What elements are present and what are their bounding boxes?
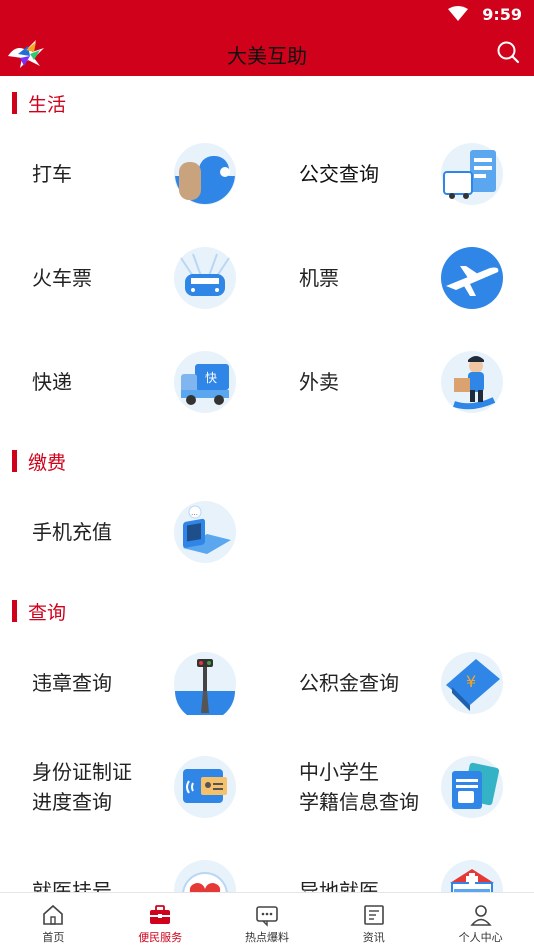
service-student-record[interactable]: 中小学生学籍信息查询 [267, 737, 534, 837]
phone-recharge-icon: … [174, 501, 236, 563]
section-accent-bar [12, 450, 17, 472]
service-housing-fund[interactable]: 公积金查询 ¥ [267, 633, 534, 733]
service-traffic-violation[interactable]: 违章查询 [0, 633, 267, 733]
service-label: 身份证制证 进度查询 [32, 757, 132, 817]
service-label: 打车 [32, 162, 72, 186]
service-taxi[interactable]: 打车 [0, 124, 267, 224]
service-id-card-progress[interactable]: 身份证制证 进度查询 [0, 737, 267, 837]
service-express[interactable]: 快递 快 [0, 332, 267, 432]
wifi-icon [448, 6, 468, 21]
tab-label: 便民服务 [138, 931, 183, 944]
traffic-light-icon [174, 652, 236, 715]
section-title: 生活 [28, 94, 67, 116]
svg-text:…: … [191, 509, 198, 517]
service-label: 公积金查询 [299, 671, 399, 695]
section-title: 缴费 [28, 452, 67, 474]
section-accent-bar [12, 600, 17, 622]
bus-icon [441, 143, 503, 205]
service-label: 中小学生学籍信息查询 [299, 757, 419, 817]
tab-label: 个人中心 [458, 931, 503, 944]
service-label: 外卖 [299, 370, 339, 394]
section-accent-bar [12, 92, 17, 114]
food-delivery-icon [441, 351, 503, 413]
service-flight-ticket[interactable]: 机票 [267, 228, 534, 328]
service-label: 火车票 [32, 266, 92, 290]
service-label: 快递 [32, 370, 72, 394]
svg-text:快: 快 [205, 371, 217, 385]
service-label: 手机充值 [32, 520, 112, 544]
search-icon[interactable] [496, 40, 520, 64]
bottom-tab-bar: 首页 便民服务 热点爆料 资讯 个人中心 [0, 892, 534, 949]
svg-text:¥: ¥ [466, 672, 476, 691]
train-icon [174, 247, 236, 309]
tab-label: 首页 [42, 931, 65, 944]
service-train-ticket[interactable]: 火车票 [0, 228, 267, 328]
service-label: 公交查询 [299, 162, 379, 186]
service-label: 违章查询 [32, 671, 112, 695]
tab-hot-news[interactable]: 热点爆料 [214, 893, 321, 950]
service-remote-medical[interactable]: 异地就医 [267, 841, 534, 892]
chat-icon [256, 906, 278, 927]
section-title: 查询 [28, 602, 67, 624]
service-hospital-registration[interactable]: 就医挂号 [0, 841, 267, 892]
service-label-line2: 进度查询 [32, 790, 112, 814]
housing-fund-icon: ¥ [441, 652, 503, 714]
tab-news[interactable]: 资讯 [320, 893, 427, 950]
hospital-icon [441, 860, 503, 892]
service-list[interactable]: 生活 打车 公交查询 火车票 机票 快递 快 外卖 缴费 手机充值 … 查询 违… [0, 76, 534, 892]
status-bar: 9:59 [0, 0, 534, 30]
service-label: 机票 [299, 266, 339, 290]
section-header-payment: 缴费 [0, 438, 534, 478]
id-card-icon [174, 756, 236, 818]
service-label: 就医挂号 [32, 879, 112, 892]
taxi-icon [174, 143, 236, 205]
service-phone-recharge[interactable]: 手机充值 … [0, 482, 267, 582]
service-label-line2: 学籍信息查询 [299, 790, 419, 814]
service-label-line1: 中小学生 [299, 760, 379, 784]
page-title: 大美互助 [227, 44, 307, 68]
service-label-line1: 身份证制证 [32, 760, 132, 784]
delivery-truck-icon: 快 [174, 351, 236, 413]
toolbox-icon [150, 905, 171, 924]
tab-label: 热点爆料 [244, 931, 289, 944]
service-label: 异地就医 [299, 879, 379, 892]
tab-label: 资讯 [362, 931, 385, 944]
hospital-heart-icon [174, 860, 236, 892]
status-time: 9:59 [482, 5, 522, 24]
user-icon [469, 905, 492, 926]
service-takeout[interactable]: 外卖 [267, 332, 534, 432]
service-bus-query[interactable]: 公交查询 [267, 124, 534, 224]
home-icon [43, 904, 64, 925]
tab-services[interactable]: 便民服务 [107, 893, 214, 950]
section-header-query: 查询 [0, 588, 534, 628]
app-bar: 大美互助 [0, 30, 534, 76]
tab-profile[interactable]: 个人中心 [427, 893, 534, 950]
student-record-icon [441, 756, 503, 818]
news-icon [363, 905, 384, 925]
airplane-icon [441, 247, 503, 309]
tab-home[interactable]: 首页 [0, 893, 107, 950]
section-header-life: 生活 [0, 80, 534, 120]
